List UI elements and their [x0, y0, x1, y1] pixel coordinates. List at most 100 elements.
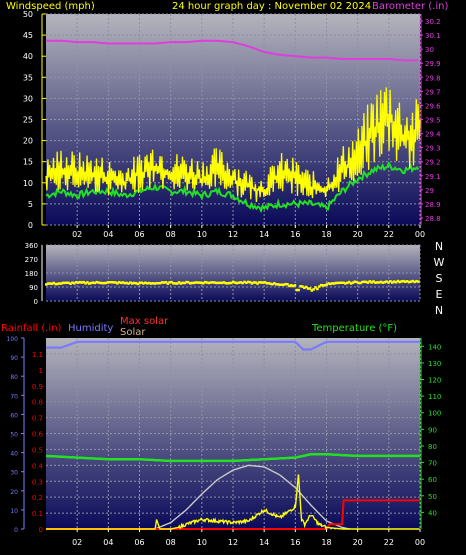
x-tick-label: 06	[134, 538, 144, 547]
rain-tick-label: 0	[39, 526, 43, 534]
compass-label: N	[435, 304, 443, 317]
x-tick-label: 14	[259, 538, 269, 547]
temperature-axis-label: Temperature (°F)	[311, 323, 397, 334]
temperature-tick-label: 110	[428, 393, 441, 401]
rain-tick-label: 0.4	[32, 462, 44, 470]
x-tick-label: 22	[384, 538, 394, 547]
wind-y-tick-label: 50	[23, 10, 33, 19]
temperature-tick-label: 70	[428, 460, 437, 468]
barometer-tick-label: 29.7	[425, 88, 441, 96]
x-tick-label: 22	[384, 230, 394, 239]
x-tick-label: 00	[415, 230, 425, 239]
direction-y-tick-label: 360	[25, 242, 38, 250]
barometer-tick-label: 29.3	[425, 145, 441, 153]
x-tick-label: 12	[228, 230, 238, 239]
rain-tick-label: 1.1	[32, 351, 43, 359]
x-tick-label: 10	[197, 538, 207, 547]
x-tick-label: 08	[166, 230, 176, 239]
x-tick-label: 16	[290, 230, 300, 239]
x-tick-label: 20	[353, 538, 363, 547]
max-solar-label: Max solar	[120, 316, 169, 327]
rain-tick-label: 0.7	[32, 415, 43, 423]
barometer-tick-label: 28.8	[425, 215, 441, 223]
barometer-tick-label: 30.1	[425, 32, 441, 40]
compass-label: N	[435, 240, 443, 253]
temperature-tick-label: 60	[428, 476, 437, 484]
barometer-tick-label: 29	[425, 187, 434, 195]
x-tick-label: 06	[134, 230, 144, 239]
solar-label: Solar	[120, 327, 146, 338]
direction-y-tick-label: 0	[34, 298, 38, 306]
barometer-tick-label: 30.2	[425, 18, 441, 26]
wind-y-tick-label: 15	[23, 158, 33, 167]
wind-y-tick-label: 0	[28, 221, 33, 230]
graph-canvas: Windspeed (mph) 24 hour graph day : Nove…	[1, 1, 448, 547]
barometer-tick-label: 29.1	[425, 173, 441, 181]
humidity-tick-label: 100	[7, 336, 19, 343]
barometer-tick-label: 28.9	[425, 201, 441, 209]
barometer-tick-label: 29.4	[425, 131, 441, 139]
compass-label: S	[436, 272, 443, 285]
wind-y-tick-label: 5	[28, 200, 33, 209]
x-tick-label: 02	[72, 538, 82, 547]
x-tick-label: 00	[415, 538, 425, 547]
barometer-tick-label: 29.5	[425, 117, 441, 125]
humidity-tick-label: 80	[10, 374, 18, 381]
wind-y-tick-label: 40	[23, 52, 33, 61]
barometer-tick-label: 29.6	[425, 102, 441, 110]
wind-y-tick-label: 20	[23, 137, 33, 146]
temperature-tick-label: 80	[428, 443, 437, 451]
direction-point	[297, 288, 300, 292]
rain-tick-label: 0.6	[32, 431, 44, 439]
weather-graphs: Windspeed (mph) 24 hour graph day : Nove…	[0, 0, 466, 555]
x-tick-label: 12	[228, 538, 238, 547]
barometer-tick-label: 30	[425, 46, 434, 54]
humidity-axis-label: Humidity	[68, 323, 113, 334]
temperature-tick-label: 40	[428, 509, 437, 517]
wind-y-tick-label: 45	[23, 31, 33, 40]
barometer-tick-label: 29.9	[425, 60, 441, 68]
x-tick-label: 04	[103, 538, 113, 547]
graph-title: 24 hour graph day : November 02 2024	[172, 1, 371, 12]
temperature-tick-label: 130	[428, 360, 441, 368]
x-tick-label: 18	[321, 538, 331, 547]
humidity-tick-label: 90	[10, 355, 18, 362]
rain-tick-label: 1	[39, 367, 43, 375]
x-tick-label: 04	[103, 230, 113, 239]
windspeed-axis-label: Windspeed (mph)	[6, 1, 95, 12]
humidity-tick-label: 10	[10, 508, 18, 515]
humidity-tick-label: 70	[10, 393, 18, 400]
rain-tick-label: 0.3	[32, 478, 43, 486]
direction-point	[316, 287, 319, 291]
wind-y-tick-label: 25	[23, 116, 33, 125]
barometer-axis-label: Barometer (.in)	[372, 1, 448, 12]
compass-label: W	[434, 256, 445, 269]
rainfall-axis-label: Rainfall (.in)	[1, 323, 62, 334]
temperature-tick-label: 120	[428, 377, 441, 385]
x-tick-label: 14	[259, 230, 269, 239]
temperature-tick-label: 140	[428, 343, 441, 351]
humidity-tick-label: 60	[10, 412, 18, 419]
humidity-tick-label: 40	[10, 451, 18, 458]
wind-y-tick-label: 10	[23, 179, 33, 188]
temperature-tick-label: 50	[428, 493, 437, 501]
x-tick-label: 20	[353, 230, 363, 239]
rain-tick-label: 0.9	[32, 383, 43, 391]
direction-y-tick-label: 90	[29, 284, 38, 292]
rain-tick-label: 0.8	[32, 399, 43, 407]
direction-y-tick-label: 270	[25, 256, 38, 264]
barometer-tick-label: 29.2	[425, 159, 441, 167]
direction-point	[293, 284, 297, 287]
rain-tick-label: 0.5	[32, 446, 43, 454]
x-tick-label: 02	[72, 230, 82, 239]
rain-tick-label: 0.2	[32, 494, 43, 502]
x-tick-label: 10	[197, 230, 207, 239]
compass-label: E	[436, 288, 443, 301]
wind-y-tick-label: 30	[23, 94, 33, 103]
rain-tick-label: 0.1	[32, 510, 43, 518]
humidity-tick-label: 50	[10, 432, 18, 439]
x-tick-label: 18	[321, 230, 331, 239]
humidity-tick-label: 20	[10, 489, 18, 496]
barometer-tick-label: 29.8	[425, 74, 441, 82]
temperature-tick-label: 90	[428, 426, 437, 434]
